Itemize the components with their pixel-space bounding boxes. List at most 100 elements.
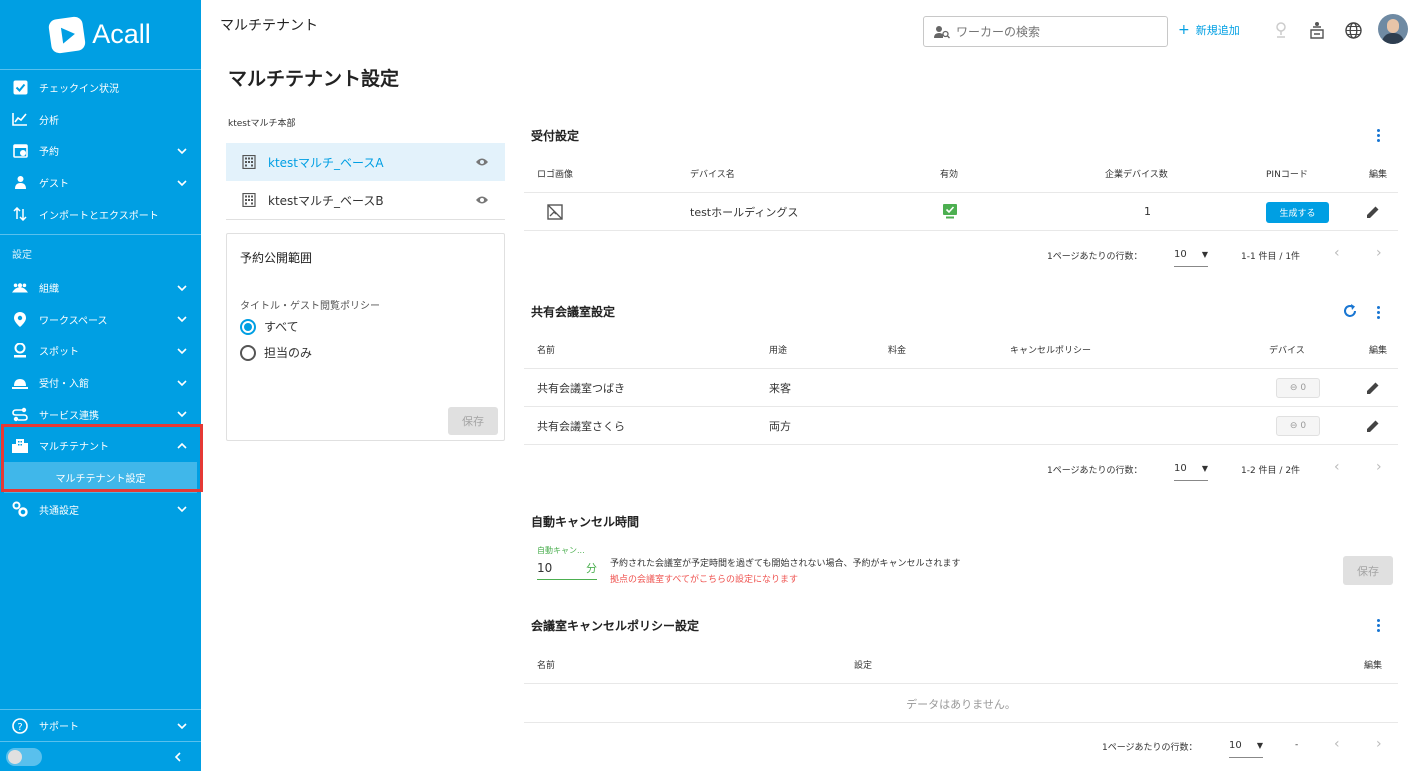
rows-per-page-select[interactable]: 10 ▼ bbox=[1174, 457, 1208, 481]
auto-cancel-save-button[interactable]: 保存 bbox=[1343, 556, 1393, 585]
sidebar-item-label: スポット bbox=[39, 347, 79, 359]
rows-per-page-select[interactable]: 10 ▼ bbox=[1174, 243, 1208, 267]
page-range: 1-2 件目 / 2件 bbox=[1241, 466, 1301, 476]
device-link-chip[interactable]: ⊖ 0 bbox=[1276, 378, 1320, 398]
app-logo[interactable]: Acall bbox=[0, 0, 201, 70]
collapse-sidebar-icon[interactable] bbox=[173, 751, 183, 762]
chevron-down-icon bbox=[177, 180, 187, 186]
building-icon bbox=[242, 155, 256, 169]
next-page-icon[interactable]: › bbox=[1376, 459, 1382, 475]
table-header: 名前 設定 編集 bbox=[524, 646, 1398, 684]
sidebar-item-import-export[interactable]: インポートとエクスポート bbox=[0, 198, 201, 230]
sidebar-item-spot[interactable]: スポット bbox=[0, 335, 201, 367]
auto-cancel-title: 自動キャンセル時間 bbox=[531, 515, 640, 529]
sidebar-item-analytics[interactable]: 分析 bbox=[0, 104, 201, 136]
prev-page-icon[interactable]: ‹ bbox=[1334, 736, 1340, 752]
col-edit: 編集 bbox=[1364, 661, 1383, 671]
more-vert-icon[interactable] bbox=[1375, 305, 1381, 319]
sidebar-item-guests[interactable]: ゲスト bbox=[0, 167, 201, 199]
sidebar-item-reception[interactable]: 受付・入館 bbox=[0, 367, 201, 399]
globe-icon[interactable] bbox=[1343, 20, 1363, 40]
radio-button[interactable] bbox=[240, 318, 256, 335]
add-new-button[interactable]: + 新規追加 bbox=[1178, 22, 1240, 38]
prev-page-icon[interactable]: ‹ bbox=[1334, 459, 1340, 475]
generate-pin-button[interactable]: 生成する bbox=[1266, 202, 1329, 223]
help-icon: ? bbox=[12, 717, 28, 734]
table-row: testホールディングス 1 生成する bbox=[524, 193, 1398, 231]
empty-state: データはありません。 bbox=[524, 685, 1398, 723]
col-device-count: 企業デバイス数 bbox=[1105, 170, 1168, 180]
room-name: 共有会議室つばき bbox=[537, 381, 625, 395]
tenant-item[interactable]: ktestマルチ_ベースA bbox=[226, 143, 505, 181]
location-disabled-icon[interactable] bbox=[1271, 20, 1291, 40]
chevron-down-icon bbox=[177, 148, 187, 155]
sidebar-item-common-settings[interactable]: 共通設定 bbox=[0, 494, 201, 526]
worker-search[interactable] bbox=[923, 16, 1168, 47]
more-vert-icon[interactable] bbox=[1375, 618, 1381, 632]
rows-value: 10 bbox=[1174, 249, 1187, 260]
col-name: 名前 bbox=[537, 661, 556, 671]
device-count: 0 bbox=[1300, 383, 1307, 393]
eye-icon[interactable] bbox=[475, 195, 489, 205]
sidebar-item-workspace[interactable]: ワークスペース bbox=[0, 304, 201, 336]
sidebar-item-support[interactable]: ? サポート bbox=[0, 709, 201, 741]
table-row: 共有会議室さくら 両方 ⊖ 0 bbox=[524, 407, 1398, 445]
edit-pencil-icon[interactable] bbox=[1366, 205, 1380, 219]
radio-option-assigned[interactable]: 担当のみ bbox=[240, 344, 312, 361]
room-name: 共有会議室さくら bbox=[537, 419, 625, 433]
auto-cancel-field[interactable]: 自動キャン... 10 分 bbox=[537, 545, 597, 580]
refresh-icon[interactable] bbox=[1342, 303, 1358, 319]
tenant-name: ktestマルチ_ベースA bbox=[268, 155, 384, 170]
col-fee: 料金 bbox=[888, 346, 907, 356]
acall-logo-icon bbox=[48, 15, 87, 54]
col-device: デバイス bbox=[1269, 346, 1305, 356]
next-page-icon[interactable]: › bbox=[1376, 736, 1382, 752]
tenant-name: ktestマルチ_ベースB bbox=[268, 193, 384, 208]
dropdown-arrow-icon: ▼ bbox=[1201, 464, 1208, 473]
col-logo: ロゴ画像 bbox=[537, 170, 574, 180]
auto-cancel-value[interactable]: 10 bbox=[537, 561, 552, 575]
radio-button[interactable] bbox=[240, 344, 256, 361]
sidebar-item-organization[interactable]: 組織 bbox=[0, 272, 201, 304]
field-label: 自動キャン... bbox=[537, 546, 585, 555]
cancel-policy-table: 名前 設定 編集 bbox=[524, 646, 1398, 684]
sidebar-item-reservations[interactable]: 予約 bbox=[0, 135, 201, 167]
next-page-icon[interactable]: › bbox=[1376, 245, 1382, 261]
page-range: 1-1 件目 / 1件 bbox=[1241, 252, 1301, 262]
device-count: 0 bbox=[1300, 421, 1307, 431]
location-pin-icon bbox=[12, 311, 28, 327]
edit-pencil-icon[interactable] bbox=[1366, 419, 1380, 433]
guest-icon bbox=[12, 175, 28, 191]
more-vert-icon[interactable] bbox=[1375, 128, 1381, 142]
sidebar-item-label: 組織 bbox=[39, 284, 59, 296]
prev-page-icon[interactable]: ‹ bbox=[1334, 245, 1340, 261]
scope-save-button[interactable]: 保存 bbox=[448, 407, 498, 435]
checkin-desk-icon[interactable] bbox=[1307, 20, 1327, 40]
building-icon bbox=[242, 193, 256, 207]
link-icon: ⊖ bbox=[1289, 421, 1298, 431]
room-use: 来客 bbox=[769, 381, 791, 395]
user-avatar[interactable] bbox=[1378, 14, 1408, 44]
cancel-policy-title: 会議室キャンセルポリシー設定 bbox=[531, 619, 700, 633]
sidebar-item-checkin[interactable]: チェックイン状況 bbox=[0, 72, 201, 104]
tenant-item[interactable]: ktestマルチ_ベースB bbox=[226, 181, 505, 219]
device-link-chip[interactable]: ⊖ 0 bbox=[1276, 416, 1320, 436]
highlight-box bbox=[1, 424, 203, 492]
chevron-down-icon bbox=[177, 285, 187, 291]
reception-table: ロゴ画像 デバイス名 有効 企業デバイス数 PINコード 編集 testホールデ… bbox=[524, 155, 1398, 231]
rows-per-page-select[interactable]: 10 ▼ bbox=[1229, 734, 1263, 758]
sidebar-footer bbox=[0, 741, 201, 771]
import-export-icon bbox=[12, 206, 28, 222]
search-input[interactable] bbox=[956, 24, 1156, 39]
col-enabled: 有効 bbox=[940, 170, 959, 180]
theme-toggle[interactable] bbox=[6, 747, 42, 766]
page-title: マルチテナント設定 bbox=[228, 68, 400, 90]
radio-label: 担当のみ bbox=[264, 346, 313, 360]
policy-label: タイトル・ゲスト閲覧ポリシー bbox=[240, 301, 380, 312]
radio-option-all[interactable]: すべて bbox=[240, 318, 299, 335]
rows-value: 10 bbox=[1229, 740, 1242, 751]
col-setting: 設定 bbox=[854, 661, 873, 671]
eye-icon[interactable] bbox=[475, 157, 489, 167]
sidebar: Acall チェックイン状況 分析 予約 ゲスト インポートとエクスポート 設定… bbox=[0, 0, 201, 771]
edit-pencil-icon[interactable] bbox=[1366, 381, 1380, 395]
